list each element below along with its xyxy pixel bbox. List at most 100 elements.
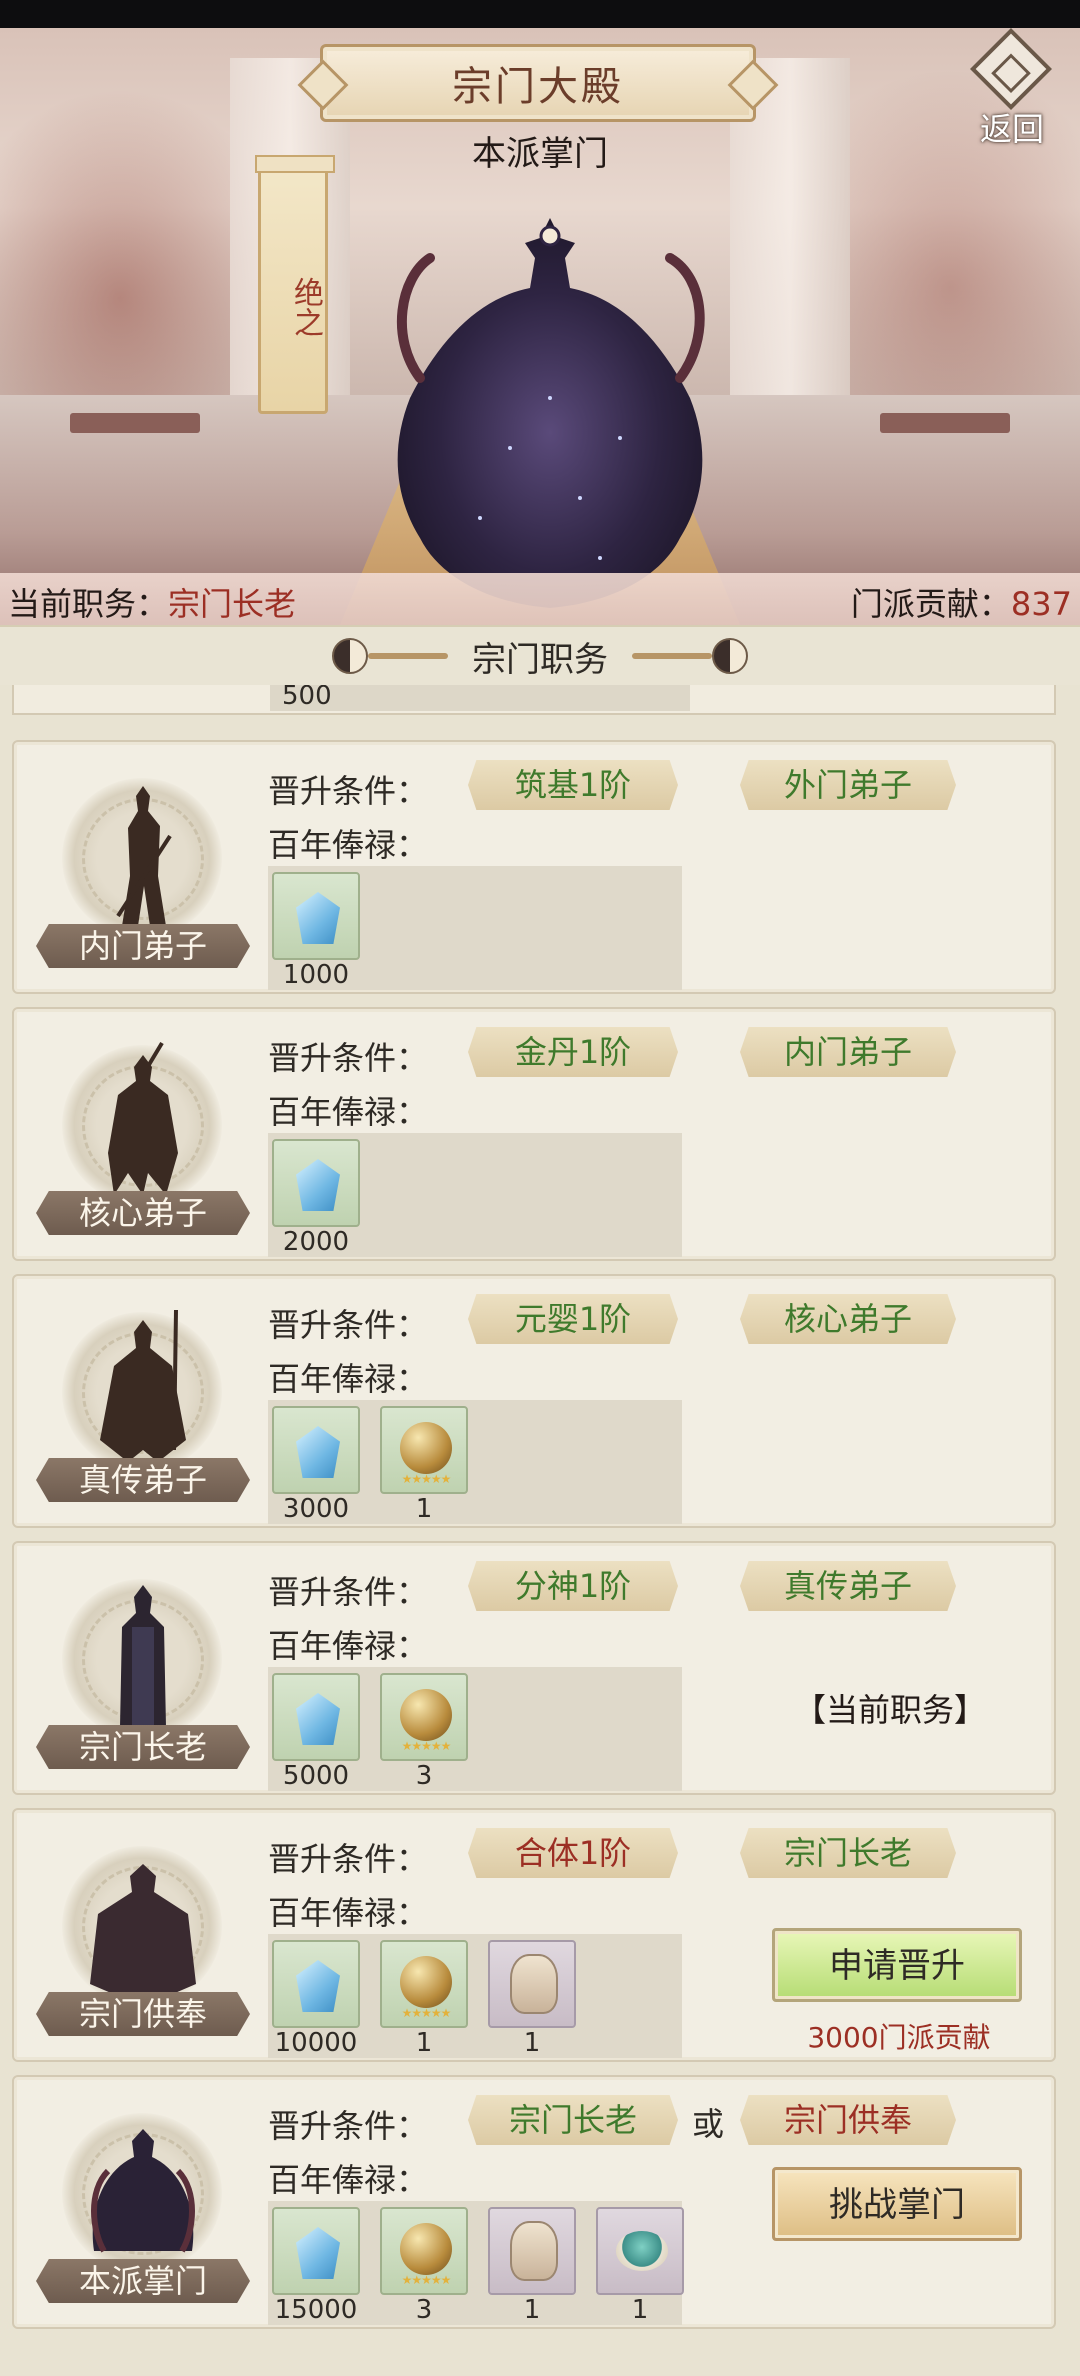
or-connector: 或	[692, 2105, 725, 2143]
sect-leader-silhouette	[396, 218, 705, 608]
rank-card: 本派掌门 晋升条件： 宗门长老或宗门供奉 百年俸禄： 15000 ★★★★★ 3 1 1 挑战掌门	[12, 2075, 1056, 2329]
item-qty: 3000	[282, 1494, 350, 1524]
salary-label: 百年俸禄：	[268, 1894, 429, 1932]
rank-card: 核心弟子 晋升条件： 金丹1阶 内门弟子 百年俸禄： 2000	[12, 1007, 1056, 1261]
requirement-realm-tag: 分神1阶	[468, 1561, 678, 1611]
spirit-stone-item[interactable]: 2000	[272, 1139, 362, 1257]
disciple-figure-icon	[90, 1864, 196, 1996]
promotion-cost: 3000门派贡献	[807, 2021, 991, 2054]
prerequisite-rank-tag: 宗门长老	[740, 1828, 956, 1878]
rank-emblem: 宗门长老	[28, 1557, 258, 1777]
challenge-leader-button[interactable]: 挑战掌门	[772, 2167, 1022, 2241]
salary-label: 百年俸禄：	[268, 1627, 429, 1665]
player-info-strip: 当前职务：宗门长老 门派贡献：837	[0, 573, 1080, 625]
salary-label: 百年俸禄：	[268, 1360, 429, 1398]
rank-name: 宗门供奉	[36, 1992, 250, 2036]
rank-list[interactable]: 500 内门弟子 晋升条件： 筑基1阶 外门弟子 百年俸禄： 1000 核心弟子 晋升条件：金…	[0, 685, 1080, 2376]
reward-slot-area	[270, 685, 690, 711]
rank-emblem: 真传弟子	[28, 1290, 258, 1510]
rank-name: 核心弟子	[36, 1191, 250, 1235]
spirit-stone-icon	[272, 1673, 360, 1761]
spirit-stone-icon	[272, 1406, 360, 1494]
spirit-stone-icon	[272, 2207, 360, 2295]
status-bar	[0, 0, 1080, 28]
golden-pill-item[interactable]: ★★★★★ 1	[380, 1406, 470, 1524]
ornament-divider	[368, 653, 448, 659]
item-qty: 3	[415, 1761, 433, 1791]
requirement-realm-tag: 金丹1阶	[468, 1027, 678, 1077]
rank-card: 宗门供奉 晋升条件： 合体1阶 宗门长老 百年俸禄： 10000 ★★★★★ 1 1 申请晋升 30…	[12, 1808, 1056, 2062]
bench-right	[880, 413, 1010, 433]
golden-pill-icon: ★★★★★	[380, 1940, 468, 2028]
treasure-pouch-icon	[488, 1940, 576, 2028]
rank-name: 宗门长老	[36, 1725, 250, 1769]
rank-card: 宗门长老 晋升条件： 分神1阶 真传弟子百年俸禄： 5000 ★★★★★ 3 【当前职务】	[12, 1541, 1056, 1795]
contribution-label: 门派贡献：	[850, 585, 1011, 623]
side-scroll-banner: 绝之	[255, 155, 335, 414]
current-role-marker: 【当前职务】	[794, 1691, 987, 1729]
rank-name: 内门弟子	[36, 924, 250, 968]
rank-emblem: 宗门供奉	[28, 1824, 258, 2044]
requirement-label: 晋升条件：	[268, 772, 429, 810]
requirement-realm-tag: 宗门长老	[468, 2095, 678, 2145]
golden-pill-item[interactable]: ★★★★★ 1	[380, 1940, 470, 2058]
contribution-info: 门派贡献：837	[851, 579, 1072, 625]
requirement-label: 晋升条件：	[268, 2107, 429, 2145]
spirit-stone-item[interactable]: 10000	[272, 1940, 362, 2058]
item-qty: 15000	[274, 2295, 358, 2325]
current-position-info: 当前职务：宗门长老	[8, 579, 296, 625]
reward-qty: 500	[282, 685, 332, 711]
disciple-figure-icon	[100, 1309, 186, 1462]
rank-emblem: 本派掌门	[28, 2091, 258, 2311]
spirit-stone-icon	[272, 1139, 360, 1227]
item-qty: 2000	[282, 1227, 350, 1257]
prerequisite-rank-tag: 真传弟子	[740, 1561, 956, 1611]
spirit-stone-item[interactable]: 5000	[272, 1673, 362, 1791]
treasure-pouch-item[interactable]: 1	[488, 2207, 578, 2325]
salary-items: 10000 ★★★★★ 1 1	[268, 1934, 682, 2058]
salary-items: 5000 ★★★★★ 3	[268, 1667, 682, 1791]
rank-name: 本派掌门	[36, 2259, 250, 2303]
spirit-stone-item[interactable]: 3000	[272, 1406, 362, 1524]
spirit-stone-item[interactable]: 1000	[272, 872, 362, 990]
rank-emblem: 核心弟子	[28, 1023, 258, 1243]
section-header: 宗门职务	[0, 625, 1080, 685]
apply-promotion-button[interactable]: 申请晋升	[772, 1928, 1022, 2002]
requirement-realm-tag: 合体1阶	[468, 1828, 678, 1878]
side-scroll-text: 绝之	[288, 277, 323, 337]
current-position-label: 当前职务：	[8, 585, 169, 623]
item-qty: 3	[415, 2295, 433, 2325]
salary-items: 3000 ★★★★★ 1	[268, 1400, 682, 1524]
item-qty: 1	[523, 2295, 541, 2325]
page-title-plaque: 宗门大殿	[320, 44, 756, 122]
golden-pill-item[interactable]: ★★★★★ 3	[380, 1673, 470, 1791]
golden-pill-item[interactable]: ★★★★★ 3	[380, 2207, 470, 2325]
item-qty: 1	[415, 1494, 433, 1524]
spirit-stone-icon	[272, 872, 360, 960]
item-qty: 5000	[282, 1761, 350, 1791]
page-title: 宗门大殿	[452, 64, 624, 110]
requirement-realm-tag: 筑基1阶	[468, 760, 678, 810]
requirement-label: 晋升条件：	[268, 1573, 429, 1611]
jade-pearl-icon	[596, 2207, 684, 2295]
golden-pill-icon: ★★★★★	[380, 2207, 468, 2295]
rank-card: 内门弟子 晋升条件： 筑基1阶 外门弟子 百年俸禄： 1000	[12, 740, 1056, 994]
contribution-value: 837	[1010, 585, 1072, 623]
item-qty: 1	[415, 2028, 433, 2058]
ornament-divider	[632, 653, 712, 659]
disciple-figure-icon	[116, 786, 172, 926]
jade-pearl-item[interactable]: 1	[596, 2207, 686, 2325]
disciple-figure-icon	[120, 1585, 166, 1727]
item-qty: 1	[523, 2028, 541, 2058]
spirit-stone-item[interactable]: 15000	[272, 2207, 362, 2325]
yin-yang-icon	[712, 638, 748, 674]
back-button-label: 返回	[979, 110, 1044, 148]
rank-name: 真传弟子	[36, 1458, 250, 1502]
treasure-pouch-item[interactable]: 1	[488, 1940, 578, 2058]
sect-leader-label: 本派掌门	[472, 134, 608, 174]
back-button[interactable]: 返回	[966, 27, 1058, 148]
requirement-label: 晋升条件：	[268, 1306, 429, 1344]
bench-left	[70, 413, 200, 433]
prerequisite-rank-tag: 宗门供奉	[740, 2095, 956, 2145]
rank-card: 真传弟子 晋升条件： 元婴1阶 核心弟子 百年俸禄： 3000 ★★★★★ 1	[12, 1274, 1056, 1528]
